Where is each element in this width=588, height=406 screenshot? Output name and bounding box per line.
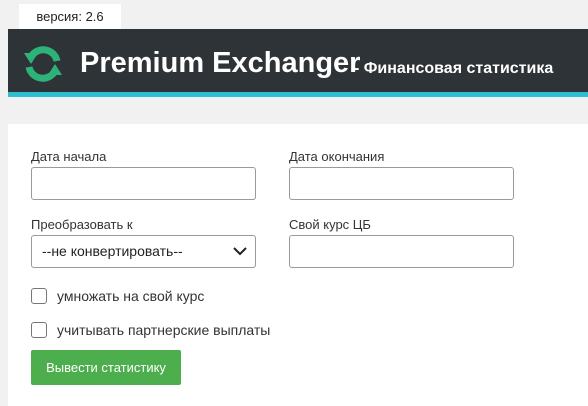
partner-payouts-checkbox[interactable] [31, 322, 47, 338]
cb-rate-label: Свой курс ЦБ [289, 217, 371, 232]
app-subtitle: - Финансовая статистика [354, 60, 554, 77]
chevron-down-icon [233, 247, 247, 256]
cb-rate-input[interactable] [289, 235, 514, 268]
start-date-label: Дата начала [31, 149, 107, 164]
partner-payouts-option[interactable]: учитывать партнерские выплаты [31, 321, 270, 339]
end-date-label: Дата окончания [289, 149, 385, 164]
multiply-label: умножать на свой курс [57, 288, 205, 304]
version-label: версия: 2.6 [36, 9, 104, 24]
refresh-arrows-icon [21, 44, 65, 84]
convert-select[interactable]: --не конвертировать-- [31, 235, 256, 268]
stats-form-panel: Дата начала Дата окончания Преобразовать… [8, 124, 588, 406]
multiply-checkbox[interactable] [31, 288, 47, 304]
app-title: Premium Exchanger [80, 47, 361, 79]
show-statistics-button[interactable]: Вывести статистику [31, 350, 181, 385]
version-tab: версия: 2.6 [19, 4, 121, 29]
convert-select-value: --не конвертировать-- [42, 243, 183, 259]
app-header: Premium Exchanger - Финансовая статистик… [8, 29, 588, 97]
convert-label: Преобразовать к [31, 217, 133, 232]
end-date-input[interactable] [289, 167, 514, 200]
partner-payouts-label: учитывать партнерские выплаты [57, 322, 271, 338]
start-date-input[interactable] [31, 167, 256, 200]
multiply-option[interactable]: умножать на свой курс [31, 287, 204, 305]
